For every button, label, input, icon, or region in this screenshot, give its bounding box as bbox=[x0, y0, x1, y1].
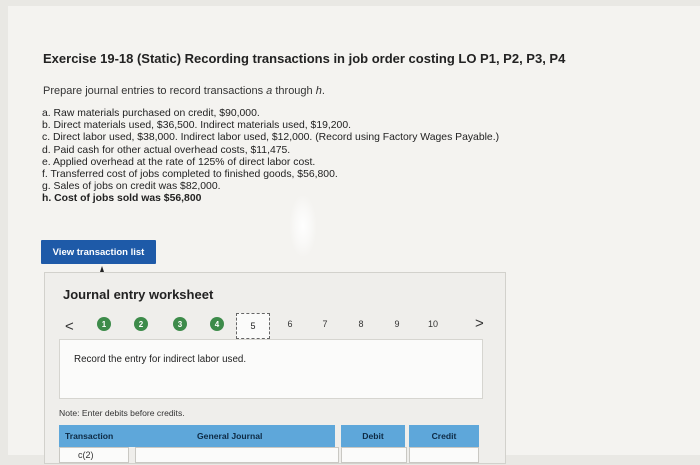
worksheet-title: Journal entry worksheet bbox=[63, 287, 214, 302]
record-instruction-box: Record the entry for indirect labor used… bbox=[59, 339, 483, 399]
col-header-debit: Debit bbox=[341, 425, 405, 447]
record-instruction: Record the entry for indirect labor used… bbox=[74, 354, 247, 365]
instructions: Prepare journal entries to record transa… bbox=[43, 85, 325, 97]
credit-cell[interactable] bbox=[409, 447, 479, 463]
transaction-item: c. Direct labor used, $38,000. Indirect … bbox=[42, 132, 500, 144]
journal-table: Transaction General Journal Debit Credit… bbox=[59, 425, 479, 465]
page: Exercise 19-18 (Static) Recording transa… bbox=[8, 6, 700, 464]
step-6[interactable]: 6 bbox=[283, 317, 297, 331]
next-arrow-icon[interactable]: > bbox=[475, 315, 484, 332]
step-3[interactable]: 3 bbox=[173, 317, 187, 331]
page-title: Exercise 19-18 (Static) Recording transa… bbox=[43, 51, 566, 66]
step-1[interactable]: 1 bbox=[97, 317, 111, 331]
debit-cell[interactable] bbox=[341, 447, 407, 463]
instructions-prefix: Prepare journal entries to record transa… bbox=[43, 85, 267, 97]
transaction-item: g. Sales of jobs on credit was $82,000. bbox=[42, 181, 221, 193]
transaction-item: b. Direct materials used, $36,500. Indir… bbox=[42, 120, 351, 132]
transaction-cell: c(2) bbox=[59, 447, 129, 463]
step-4[interactable]: 4 bbox=[210, 317, 224, 331]
transaction-item: f. Transferred cost of jobs completed to… bbox=[42, 169, 338, 181]
transaction-list: a. Raw materials purchased on credit, $9… bbox=[42, 108, 499, 206]
instructions-suffix: . bbox=[321, 85, 325, 97]
transaction-item: h. Cost of jobs sold was $56,800 bbox=[42, 193, 202, 205]
step-8[interactable]: 8 bbox=[354, 317, 368, 331]
step-2[interactable]: 2 bbox=[134, 317, 148, 331]
col-header-transaction: Transaction bbox=[59, 425, 135, 447]
col-header-credit: Credit bbox=[409, 425, 479, 447]
transaction-item: d. Paid cash for other actual overhead c… bbox=[42, 144, 291, 156]
screen-glare bbox=[290, 196, 316, 256]
note-text: Note: Enter debits before credits. bbox=[59, 408, 185, 418]
step-9[interactable]: 9 bbox=[390, 317, 404, 331]
step-7[interactable]: 7 bbox=[318, 317, 332, 331]
col-header-general-journal: General Journal bbox=[135, 425, 335, 447]
view-transaction-list-button[interactable]: View transaction list bbox=[41, 240, 156, 264]
prev-arrow-icon[interactable]: < bbox=[65, 318, 74, 335]
transaction-item: a. Raw materials purchased on credit, $9… bbox=[42, 108, 260, 119]
instructions-middle: through bbox=[272, 85, 316, 97]
step-5-active[interactable]: 5 bbox=[236, 313, 270, 339]
step-10[interactable]: 10 bbox=[426, 317, 440, 331]
journal-entry-worksheet: Journal entry worksheet < 1 2 3 4 5 6 7 … bbox=[44, 272, 506, 464]
general-journal-cell[interactable] bbox=[135, 447, 339, 463]
transaction-item: e. Applied overhead at the rate of 125% … bbox=[42, 156, 316, 168]
